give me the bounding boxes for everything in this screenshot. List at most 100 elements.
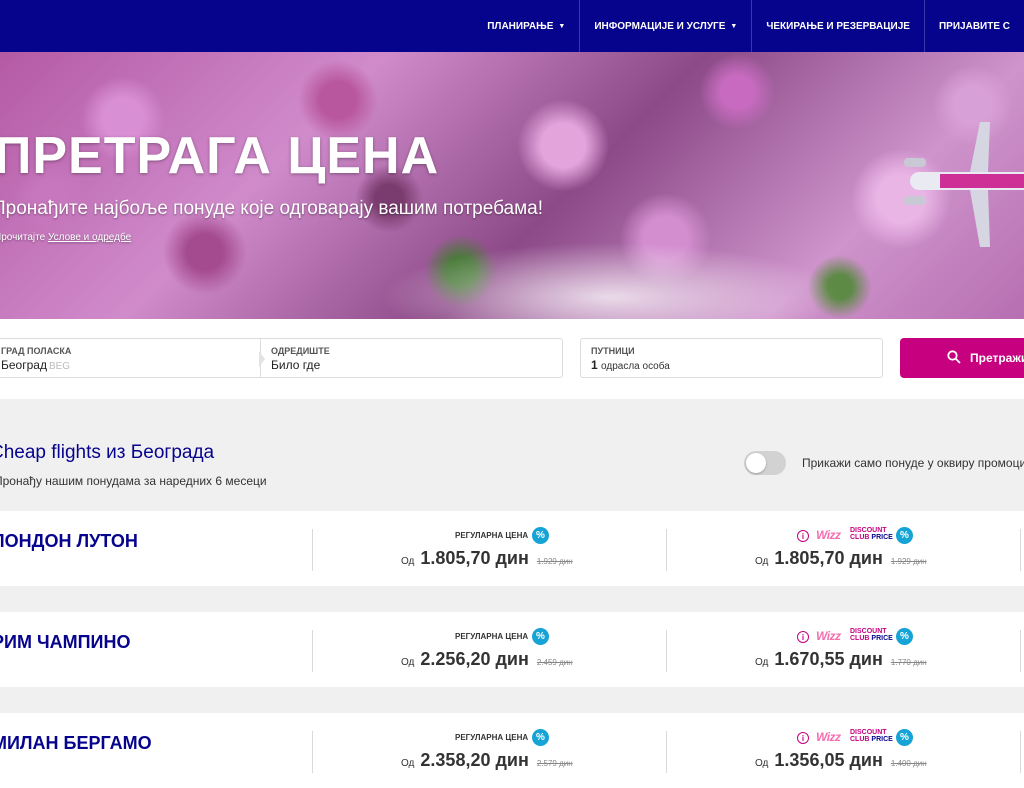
top-navigation: ПЛАНИРАЊЕ ▼ ИНФОРМАЦИЈЕ И УСЛУГЕ ▼ ЧЕКИР…: [0, 0, 1024, 52]
results-title: Cheap flights из Београда: [0, 442, 215, 463]
passengers-value: 1 одрасла особа: [591, 358, 670, 372]
discount-percent-icon: %: [532, 628, 549, 645]
wdc-logo-mark: Wizz: [816, 629, 841, 643]
wdc-price-word: PRICE: [871, 534, 893, 541]
discount-percent-icon: %: [896, 628, 913, 645]
wdc-club: CLUB: [850, 736, 870, 743]
origin-label: ГРАД ПОЛАСКА: [1, 346, 72, 356]
search-button[interactable]: Претражи: [900, 338, 1024, 378]
airplane-icon: [904, 122, 1024, 247]
destination-name[interactable]: ЛОНДОН ЛУТОН: [0, 531, 138, 552]
origin-code: BEG: [48, 361, 71, 372]
destination-name[interactable]: МИЛАН БЕРГАМО: [0, 733, 152, 754]
regular-price: Од 2.256,20 дин 2.459 дин: [401, 649, 573, 670]
wdc-line1: DISCOUNT: [850, 527, 887, 534]
from-label: Од: [755, 758, 769, 769]
regular-price: Од 1.805,70 дин 1.929 дин: [401, 548, 573, 569]
destination-name[interactable]: РИМ ЧАМПИНО: [0, 632, 130, 653]
caret-down-icon: ▼: [730, 22, 738, 30]
divider: [1020, 529, 1021, 571]
divider: [312, 630, 313, 672]
price-amount: 1.356,05 дин: [774, 750, 883, 770]
wdc-logo-mark: Wizz: [816, 730, 841, 744]
price-amount: 1.670,55 дин: [774, 649, 883, 669]
fare-card[interactable]: ЛОНДОН ЛУТОН РЕГУЛАРНА ЦЕНА % Од 1.805,70…: [0, 511, 1024, 586]
wdc-line2: CLUB PRICE: [850, 635, 893, 642]
terms-text: Прочитајте Услове и одредбе: [0, 232, 131, 243]
promo-only-toggle[interactable]: [744, 451, 786, 475]
discount-percent-icon: %: [532, 729, 549, 746]
destination-label: ОДРЕДИШТЕ: [271, 346, 330, 356]
wdc-line2: CLUB PRICE: [850, 736, 893, 743]
regular-price-label: РЕГУЛАРНА ЦЕНА: [455, 531, 529, 540]
destination-value: Било где: [271, 358, 321, 372]
wdc-price: Од 1.805,70 дин 1.929 дин: [755, 548, 927, 569]
nav-item-sign-in[interactable]: ПРИЈАВИТЕ С: [923, 0, 1024, 52]
divider: [1020, 731, 1021, 773]
fare-card[interactable]: РИМ ЧАМПИНО РЕГУЛАРНА ЦЕНА % Од 2.256,20 …: [0, 612, 1024, 687]
page-title: ПРЕТРАГА ЦЕНА: [0, 127, 440, 185]
divider: [666, 630, 667, 672]
divider: [666, 529, 667, 571]
wdc-line2: CLUB PRICE: [850, 534, 893, 541]
wizz-discount-club-logo: Wizz DISCOUNT CLUB PRICE: [816, 628, 893, 644]
destination-field[interactable]: ОДРЕДИШТЕ Било где: [259, 338, 563, 378]
from-label: Од: [401, 556, 415, 567]
info-icon[interactable]: i: [797, 530, 809, 542]
wdc-line1: DISCOUNT: [850, 729, 887, 736]
nav-item-label: ПЛАНИРАЊЕ: [487, 20, 554, 32]
old-price: 1.400 дин: [890, 759, 927, 768]
price-amount: 1.805,70 дин: [774, 548, 883, 568]
divider: [312, 731, 313, 773]
caret-down-icon: ▼: [558, 22, 566, 30]
old-price: 2.579 дин: [536, 759, 573, 768]
search-button-label: Претражи: [970, 351, 1024, 365]
divider: [312, 529, 313, 571]
wdc-line1: DISCOUNT: [850, 628, 887, 635]
from-label: Од: [755, 556, 769, 567]
regular-price-label: РЕГУЛАРНА ЦЕНА: [455, 733, 529, 742]
wdc-price-word: PRICE: [871, 736, 893, 743]
old-price: 1.929 дин: [536, 557, 573, 566]
nav-item-info-services[interactable]: ИНФОРМАЦИЈЕ И УСЛУГЕ ▼: [579, 0, 751, 52]
regular-price-label: РЕГУЛАРНА ЦЕНА: [455, 632, 529, 641]
search-bar: ГРАД ПОЛАСКА Београд BEG ОДРЕДИШТЕ Било г…: [0, 319, 1024, 399]
search-icon: [947, 350, 961, 364]
wdc-price-word: PRICE: [871, 635, 893, 642]
terms-link[interactable]: Услове и одредбе: [48, 232, 131, 243]
wizz-discount-club-logo: Wizz DISCOUNT CLUB PRICE: [816, 729, 893, 745]
terms-prefix: Прочитајте: [0, 232, 46, 243]
info-icon[interactable]: i: [797, 631, 809, 643]
passengers-type: одрасла особа: [601, 361, 670, 372]
nav-menu: ПЛАНИРАЊЕ ▼ ИНФОРМАЦИЈЕ И УСЛУГЕ ▼ ЧЕКИР…: [473, 0, 1024, 52]
divider: [1020, 630, 1021, 672]
nav-item-planning[interactable]: ПЛАНИРАЊЕ ▼: [473, 0, 579, 52]
wdc-club: CLUB: [850, 534, 870, 541]
hero-banner: ПРЕТРАГА ЦЕНА Пронађите најбоље понуде к…: [0, 52, 1024, 319]
nav-item-label: ЧЕКИРАЊЕ И РЕЗЕРВАЦИЈЕ: [766, 20, 910, 32]
origin-field[interactable]: ГРАД ПОЛАСКА Београд BEG: [0, 338, 262, 378]
nav-item-label: ПРИЈАВИТЕ С: [938, 20, 1010, 32]
info-icon[interactable]: i: [797, 732, 809, 744]
old-price: 1.929 дин: [890, 557, 927, 566]
price-amount: 2.358,20 дин: [420, 750, 529, 770]
passengers-field[interactable]: ПУТНИЦИ 1 одрасла особа: [580, 338, 883, 378]
discount-percent-icon: %: [896, 527, 913, 544]
wdc-logo-mark: Wizz: [816, 528, 841, 542]
origin-value: Београд BEG: [1, 358, 70, 372]
old-price: 2.459 дин: [536, 658, 573, 667]
nav-item-checkin-bookings[interactable]: ЧЕКИРАЊЕ И РЕЗЕРВАЦИЈЕ: [751, 0, 924, 52]
divider: [666, 731, 667, 773]
discount-percent-icon: %: [532, 527, 549, 544]
promo-only-label: Прикажи само понуде у оквиру промоције: [802, 456, 1024, 470]
fare-card[interactable]: МИЛАН БЕРГАМО РЕГУЛАРНА ЦЕНА % Од 2.358,2…: [0, 713, 1024, 788]
origin-city: Београд: [1, 358, 47, 372]
nav-item-label: ИНФОРМАЦИЈЕ И УСЛУГЕ: [594, 20, 726, 32]
wdc-club: CLUB: [850, 635, 870, 642]
wizz-discount-club-logo: Wizz DISCOUNT CLUB PRICE: [816, 527, 893, 543]
old-price: 1.770 дин: [890, 658, 927, 667]
wdc-price: Од 1.670,55 дин 1.770 дин: [755, 649, 927, 670]
price-amount: 1.805,70 дин: [420, 548, 529, 568]
from-label: Од: [401, 758, 415, 769]
toggle-knob: [746, 453, 766, 473]
